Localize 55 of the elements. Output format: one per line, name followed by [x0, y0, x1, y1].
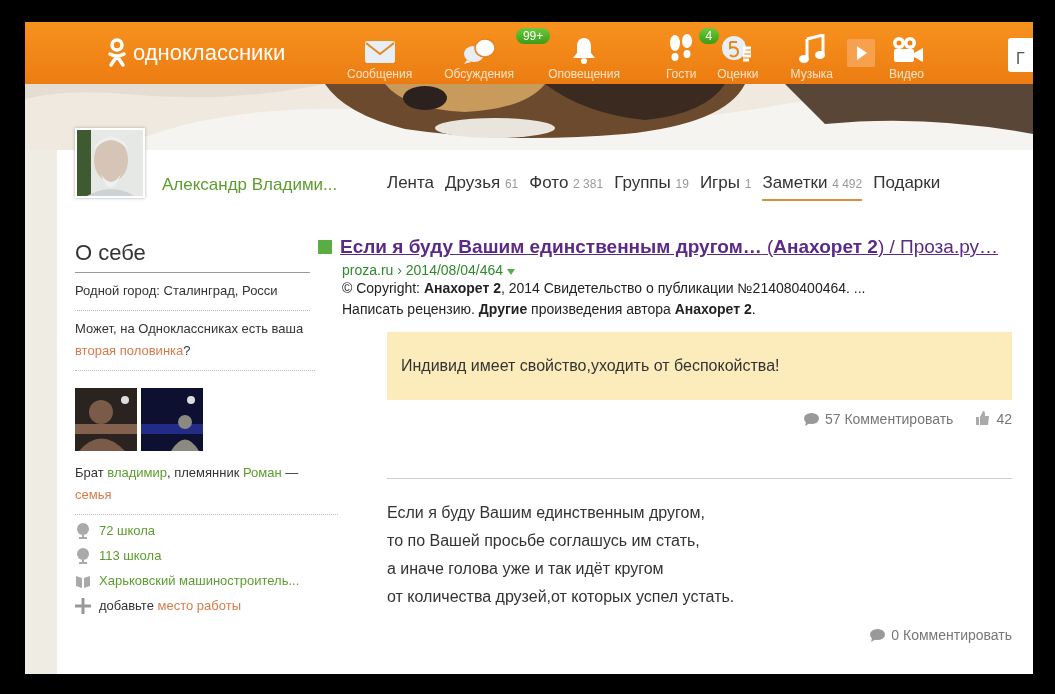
comment-icon	[870, 628, 886, 642]
search-field[interactable]: Г	[1008, 38, 1033, 72]
education-link[interactable]: 113 школа	[99, 548, 162, 563]
link[interactable]: владимир	[107, 465, 167, 480]
comment-icon	[803, 412, 819, 426]
link[interactable]: семья	[75, 487, 112, 502]
comment-link[interactable]: 0 Комментировать	[891, 627, 1012, 643]
profile-tab[interactable]: Друзья 61	[445, 169, 519, 201]
logo-icon	[107, 38, 127, 68]
book-icon	[75, 573, 91, 588]
like-count: 42	[996, 411, 1012, 427]
profile-tab[interactable]: Группы 19	[614, 169, 689, 201]
plus-icon	[75, 597, 91, 614]
family-text: Брат владимир, племянник Роман — семья	[75, 465, 299, 502]
logo-text[interactable]: одноклассники	[133, 40, 286, 66]
bell-icon	[571, 36, 598, 64]
globe-icon	[75, 547, 91, 564]
add-work-text: добавьте место работы	[99, 598, 241, 613]
comment-link[interactable]: 57 Комментировать	[824, 411, 954, 427]
globe-icon	[75, 522, 91, 539]
poem-line: Если я буду Вашим единственным другом,	[387, 503, 706, 523]
result-url[interactable]: proza.ru › 2014/08/04/464	[342, 262, 504, 278]
profile-tab[interactable]: Заметки 4 492	[762, 169, 863, 201]
nav-item[interactable]: Видео	[880, 25, 933, 81]
count-badge: 99+	[515, 28, 551, 44]
result-snippet: © Copyright: Анахорет 2, 2014 Свидетельство о публикации №214080400464. ...	[342, 280, 866, 296]
speech-bubbles-icon	[462, 38, 496, 64]
result-title-link[interactable]: Если я буду Вашим единственным другом… (Анахорет 2) / Проза.ру…	[340, 236, 999, 258]
quote-text: Индивид имеет свойство,уходить от беспокойства!	[401, 357, 780, 375]
education-link[interactable]: 72 школа	[99, 523, 156, 538]
poem-line: то по Вашей просьбе соглашусь им стать,	[387, 531, 701, 551]
play-button-icon[interactable]	[846, 39, 875, 67]
profile-name[interactable]: Александр Владими...	[162, 175, 387, 195]
profile-tab[interactable]: Лента	[387, 169, 435, 201]
link[interactable]: Роман	[242, 465, 282, 480]
square-icon	[318, 240, 332, 254]
section-title: О себе	[75, 240, 310, 273]
nav-item[interactable]: Сообщения	[339, 25, 421, 81]
hometown-text: Родной город: Сталинград, Росси	[75, 283, 278, 298]
caret-icon	[507, 269, 515, 275]
envelope-icon	[363, 40, 396, 64]
thumbs-up-icon[interactable]	[975, 410, 991, 425]
music-note-icon	[797, 34, 826, 64]
profile-tab[interactable]: Игры 1	[699, 169, 752, 201]
link[interactable]: вторая половинка	[75, 343, 184, 358]
link[interactable]: место работы	[157, 598, 241, 613]
nav-item[interactable]: Музыка	[782, 25, 841, 81]
poem-line: а иначе голова уже и так идёт кругом	[387, 559, 665, 579]
count-badge: 4	[698, 28, 720, 44]
profile-tab[interactable]: Подарки	[873, 169, 941, 201]
profile-tab[interactable]: Фото 2 381	[529, 169, 604, 201]
poem-line: от количества друзей,от которых успел устать.	[387, 587, 736, 607]
result-snippet: Написать рецензию. Другие произведения автора Анахорет 2.	[342, 301, 756, 317]
partner-prompt: Может, на Одноклассниках есть ваша вторая половинка?	[75, 321, 304, 358]
education-link[interactable]: Харьковский машиностроитель...	[99, 573, 300, 588]
